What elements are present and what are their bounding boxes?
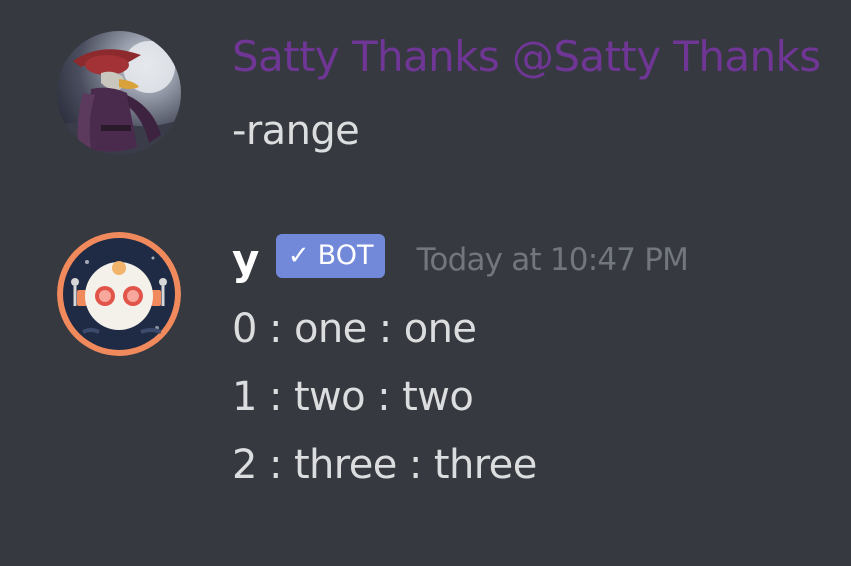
message-group: y ✓ BOT Today at 10:47 PM 0 : one : one … bbox=[0, 200, 851, 566]
bot-tag-label: BOT bbox=[317, 240, 374, 271]
chat-message-list: Satty Thanks @Satty Thanks -range y ✓ BO… bbox=[0, 0, 851, 566]
timestamp[interactable]: Today at 10:47 PM bbox=[417, 242, 689, 278]
message-line: 2 : three : three bbox=[232, 442, 537, 488]
message-line: 0 : one : one bbox=[232, 306, 477, 352]
message-header: Satty Thanks @Satty Thanks bbox=[232, 31, 821, 83]
message-content: 0 : one : one 1 : two : two 2 : three : … bbox=[232, 302, 537, 506]
user-avatar[interactable] bbox=[57, 31, 181, 155]
bot-tag: ✓ BOT bbox=[275, 234, 386, 278]
username[interactable]: Satty Thanks @Satty Thanks bbox=[232, 32, 821, 81]
robot-face-avatar bbox=[57, 232, 181, 356]
message-content: -range bbox=[232, 104, 360, 172]
caped-duck-hero-avatar bbox=[57, 31, 181, 155]
message-group: Satty Thanks @Satty Thanks -range bbox=[0, 0, 851, 200]
message-header: y ✓ BOT Today at 10:47 PM bbox=[232, 234, 689, 286]
message-line: 1 : two : two bbox=[232, 374, 474, 420]
bot-avatar[interactable] bbox=[57, 232, 181, 356]
verified-check-icon: ✓ bbox=[287, 241, 310, 271]
username[interactable]: y bbox=[232, 234, 259, 286]
message-line: -range bbox=[232, 108, 360, 154]
